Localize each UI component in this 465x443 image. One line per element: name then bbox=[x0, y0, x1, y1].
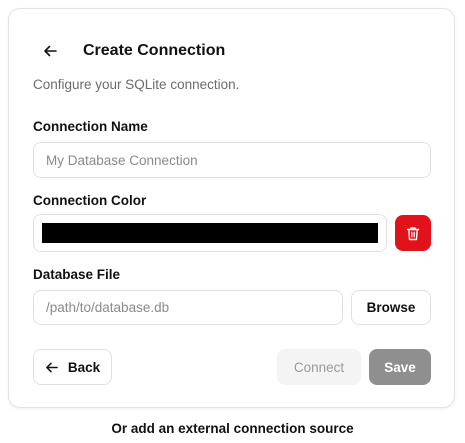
color-picker-field[interactable] bbox=[33, 214, 387, 252]
arrow-left-icon bbox=[45, 361, 58, 374]
browse-button[interactable]: Browse bbox=[351, 290, 431, 325]
page-subtitle: Configure your SQLite connection. bbox=[33, 77, 240, 92]
connection-name-label: Connection Name bbox=[33, 119, 148, 134]
connect-button[interactable]: Connect bbox=[277, 349, 361, 385]
color-swatch[interactable] bbox=[42, 223, 378, 243]
arrow-left-icon[interactable] bbox=[39, 40, 61, 62]
database-file-label: Database File bbox=[33, 267, 121, 282]
page-title: Create Connection bbox=[83, 42, 226, 59]
connection-color-label: Connection Color bbox=[33, 193, 147, 208]
database-file-input[interactable] bbox=[33, 290, 343, 325]
delete-color-button[interactable] bbox=[395, 215, 431, 251]
header: Create Connection bbox=[32, 36, 225, 66]
back-button-label: Back bbox=[67, 359, 101, 375]
trash-icon bbox=[406, 226, 420, 241]
connection-name-input[interactable] bbox=[33, 142, 431, 178]
back-button[interactable]: Back bbox=[33, 349, 112, 385]
external-source-link[interactable]: Or add an external connection source bbox=[0, 421, 465, 436]
create-connection-card bbox=[8, 8, 455, 408]
save-button[interactable]: Save bbox=[369, 349, 431, 385]
